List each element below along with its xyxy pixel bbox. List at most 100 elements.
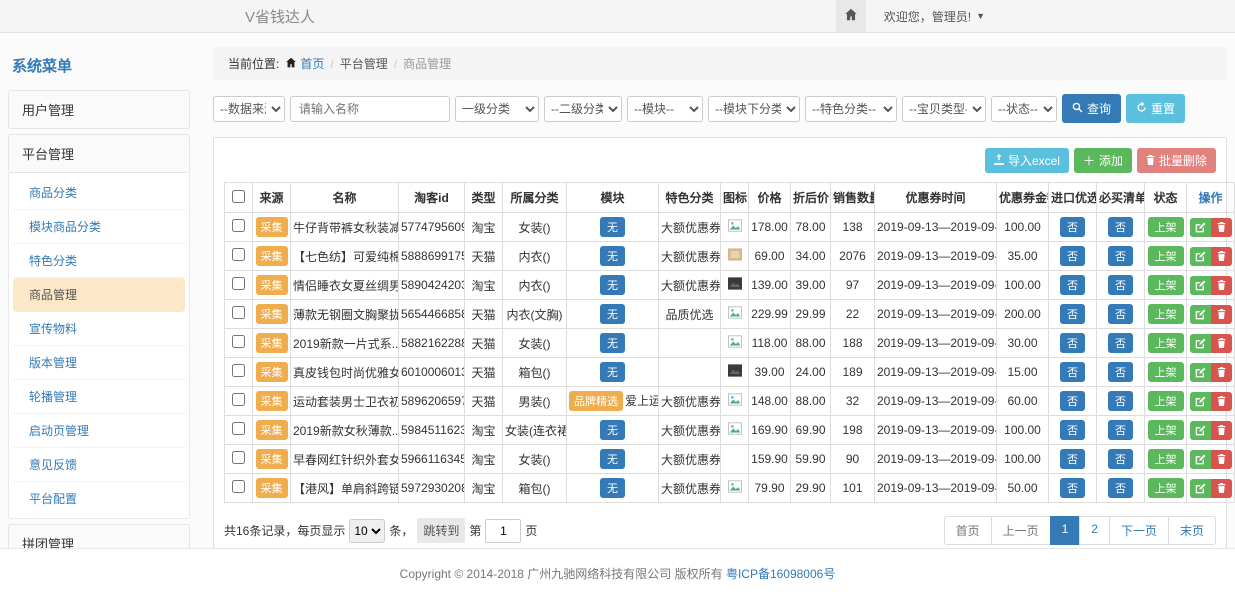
filter-select[interactable]: --宝贝类型-- (902, 96, 986, 122)
edit-button[interactable] (1190, 218, 1211, 237)
edit-button[interactable] (1190, 334, 1211, 353)
sidebar-item[interactable]: 平台配置 (13, 482, 185, 515)
user-menu[interactable]: 欢迎您，管理员! ▼ (866, 0, 985, 32)
row-checkbox[interactable] (232, 451, 245, 464)
sidebar-item[interactable]: 商品管理 (13, 278, 185, 312)
import-select-toggle[interactable]: 否 (1060, 217, 1085, 237)
edit-button[interactable] (1190, 479, 1211, 498)
row-checkbox[interactable] (232, 219, 245, 232)
must-buy-toggle[interactable]: 否 (1108, 391, 1133, 411)
name-search-input[interactable] (290, 96, 450, 122)
delete-button[interactable] (1211, 247, 1232, 266)
sidebar-item[interactable]: 意见反馈 (13, 448, 185, 482)
page-button[interactable]: 末页 (1168, 516, 1216, 545)
import-select-toggle[interactable]: 否 (1060, 275, 1085, 295)
must-buy-toggle[interactable]: 否 (1108, 362, 1133, 382)
delete-button[interactable] (1211, 392, 1232, 411)
delete-button[interactable] (1211, 363, 1232, 382)
query-button[interactable]: 查询 (1062, 94, 1121, 123)
filter-select[interactable]: --模块下分类-- (708, 96, 800, 122)
sidebar-item[interactable]: 轮播管理 (13, 380, 185, 414)
edit-button[interactable] (1190, 421, 1211, 440)
edit-button[interactable] (1190, 450, 1211, 469)
module-badge[interactable]: 无 (600, 304, 625, 324)
per-page-select[interactable]: 10 (349, 519, 385, 543)
status-badge[interactable]: 上架 (1148, 246, 1184, 266)
status-badge[interactable]: 上架 (1148, 449, 1184, 469)
sidebar-item[interactable]: 启动页管理 (13, 414, 185, 448)
row-checkbox[interactable] (232, 306, 245, 319)
row-checkbox[interactable] (232, 335, 245, 348)
sidebar-section[interactable]: 平台管理 (8, 134, 190, 173)
status-badge[interactable]: 上架 (1148, 275, 1184, 295)
module-badge[interactable]: 无 (600, 217, 625, 237)
add-button[interactable]: ＋ 添加 (1074, 148, 1132, 173)
edit-button[interactable] (1190, 363, 1211, 382)
page-button[interactable]: 上一页 (991, 516, 1051, 545)
delete-button[interactable] (1211, 450, 1232, 469)
delete-button[interactable] (1211, 479, 1232, 498)
status-badge[interactable]: 上架 (1148, 391, 1184, 411)
module-badge[interactable]: 无 (600, 275, 625, 295)
row-checkbox[interactable] (232, 422, 245, 435)
must-buy-toggle[interactable]: 否 (1108, 478, 1133, 498)
import-select-toggle[interactable]: 否 (1060, 246, 1085, 266)
page-number-input[interactable] (485, 519, 521, 543)
page-button[interactable]: 2 (1079, 516, 1110, 545)
filter-select[interactable]: --模块-- (627, 96, 703, 122)
filter-select[interactable]: 一级分类 (455, 96, 539, 122)
batch-delete-button[interactable]: 批量删除 (1137, 148, 1216, 173)
import-select-toggle[interactable]: 否 (1060, 333, 1085, 353)
module-badge[interactable]: 无 (600, 246, 625, 266)
sidebar-item[interactable]: 版本管理 (13, 346, 185, 380)
home-button[interactable] (836, 0, 866, 32)
page-button[interactable]: 1 (1050, 516, 1081, 545)
edit-button[interactable] (1190, 276, 1211, 295)
import-select-toggle[interactable]: 否 (1060, 391, 1085, 411)
import-select-toggle[interactable]: 否 (1060, 420, 1085, 440)
delete-button[interactable] (1211, 421, 1232, 440)
delete-button[interactable] (1211, 305, 1232, 324)
status-badge[interactable]: 上架 (1148, 420, 1184, 440)
filter-select[interactable]: --状态-- (991, 96, 1057, 122)
select-all-checkbox[interactable] (232, 190, 245, 203)
delete-button[interactable] (1211, 334, 1232, 353)
page-button[interactable]: 下一页 (1109, 516, 1169, 545)
edit-button[interactable] (1190, 392, 1211, 411)
icp-link[interactable]: 粤ICP备16098006号 (726, 567, 835, 581)
must-buy-toggle[interactable]: 否 (1108, 246, 1133, 266)
import-select-toggle[interactable]: 否 (1060, 478, 1085, 498)
must-buy-toggle[interactable]: 否 (1108, 217, 1133, 237)
sidebar-item[interactable]: 商品分类 (13, 176, 185, 210)
row-checkbox[interactable] (232, 480, 245, 493)
edit-button[interactable] (1190, 247, 1211, 266)
status-badge[interactable]: 上架 (1148, 304, 1184, 324)
page-button[interactable]: 首页 (944, 516, 992, 545)
sidebar-item[interactable]: 特色分类 (13, 244, 185, 278)
import-excel-button[interactable]: 导入excel (985, 148, 1069, 173)
filter-select[interactable]: --数据来源-- (213, 96, 285, 122)
jump-button[interactable]: 跳转到 (417, 518, 465, 543)
sidebar-item[interactable]: 模块商品分类 (13, 210, 185, 244)
import-select-toggle[interactable]: 否 (1060, 362, 1085, 382)
must-buy-toggle[interactable]: 否 (1108, 333, 1133, 353)
reset-button[interactable]: 重置 (1126, 94, 1185, 123)
delete-button[interactable] (1211, 218, 1232, 237)
module-badge[interactable]: 无 (600, 420, 625, 440)
delete-button[interactable] (1211, 276, 1232, 295)
must-buy-toggle[interactable]: 否 (1108, 275, 1133, 295)
must-buy-toggle[interactable]: 否 (1108, 420, 1133, 440)
filter-select[interactable]: --二级分类-- (544, 96, 622, 122)
sidebar-section[interactable]: 用户管理 (8, 90, 190, 129)
import-select-toggle[interactable]: 否 (1060, 304, 1085, 324)
module-badge[interactable]: 无 (600, 333, 625, 353)
must-buy-toggle[interactable]: 否 (1108, 304, 1133, 324)
status-badge[interactable]: 上架 (1148, 333, 1184, 353)
module-badge[interactable]: 品牌精选 (569, 391, 623, 411)
row-checkbox[interactable] (232, 248, 245, 261)
status-badge[interactable]: 上架 (1148, 362, 1184, 382)
module-badge[interactable]: 无 (600, 362, 625, 382)
row-checkbox[interactable] (232, 277, 245, 290)
edit-button[interactable] (1190, 305, 1211, 324)
filter-select[interactable]: --特色分类-- (805, 96, 897, 122)
